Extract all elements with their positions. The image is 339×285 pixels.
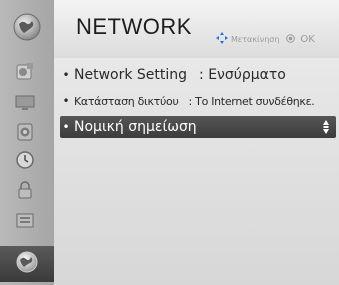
menu-item-label: Κατάσταση δικτύου [74,94,179,108]
menu-item-value: : Το Internet συνδέθηκε. [188,94,315,108]
menu-item-label: Νομική σημείωση [74,119,197,135]
sidebar-item-display[interactable] [6,90,44,118]
monitor-icon [14,91,36,117]
lock-icon [14,179,36,205]
ok-hint-label: OK [300,33,315,45]
dpad-icon [216,32,228,46]
globe-icon [12,12,42,46]
bullet: • [62,120,70,134]
sidebar-item-network[interactable] [0,246,54,282]
bullet: • [62,94,70,108]
sidebar-item-lock[interactable] [6,178,44,206]
menu-item-label: Network Setting [74,67,188,83]
settings-box-icon [14,209,36,235]
photo-icon [14,61,36,87]
page-title: NETWORK [76,14,192,39]
speaker-icon [14,121,36,147]
clock-icon [14,149,36,175]
sidebar [0,0,54,285]
sidebar-item-picture[interactable] [6,60,44,88]
menu-panel: • Network Setting : Ενσύρματο • Κατάστασ… [54,58,339,285]
sidebar-item-option[interactable] [6,208,44,236]
up-down-arrow-icon [322,119,330,135]
menu-item-network-setting[interactable]: • Network Setting : Ενσύρματο [60,64,336,86]
ok-button-icon [286,33,296,45]
navigation-hint: Μετακίνηση OK [216,32,315,46]
network-globe-icon [14,249,40,279]
header: NETWORK Μετακίνηση OK [54,0,339,58]
sidebar-item-audio[interactable] [6,120,44,148]
sidebar-top [0,0,54,58]
move-hint-label: Μετακίνηση [231,34,280,44]
menu-item-legal-notice[interactable]: • Νομική σημείωση [60,116,336,138]
settings-screen: NETWORK Μετακίνηση OK • Network Setting … [0,0,339,285]
bullet: • [62,68,70,82]
menu-item-value: : Ενσύρματο [199,67,286,83]
menu-item-network-status[interactable]: • Κατάσταση δικτύου : Το Internet συνδέθ… [60,90,336,112]
sidebar-item-time[interactable] [6,148,44,176]
